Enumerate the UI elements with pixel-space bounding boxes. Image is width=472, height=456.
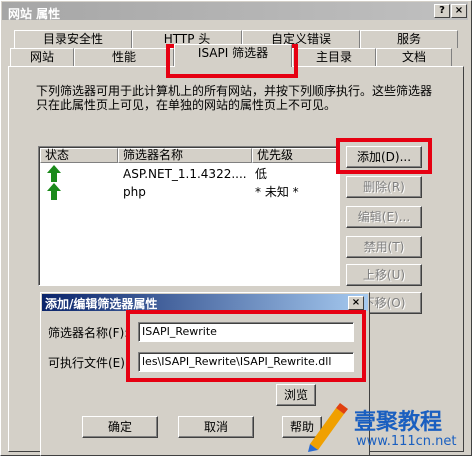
tab-documents[interactable]: 文档 (376, 48, 452, 66)
up-arrow-icon (47, 165, 61, 182)
move-up-button[interactable]: 上移(U) (346, 264, 422, 286)
cancel-button[interactable]: 取消 (178, 416, 254, 438)
watermark-url: www.111cn.net (356, 434, 457, 449)
remove-button[interactable]: 删除(R) (346, 176, 422, 198)
column-priority[interactable]: 优先级 (252, 148, 338, 163)
description-text: 下列筛选器可用于此计算机上的所有网站，并按下列顺序执行。这些筛选器只在此属性页上… (36, 84, 433, 112)
tab-performance[interactable]: 性能 (74, 48, 174, 66)
priority-cell: * 未知 * (255, 185, 299, 199)
dialog-close-button[interactable]: × (348, 296, 364, 310)
filter-name-cell: ASP.NET_1.1.4322.... (123, 167, 247, 181)
column-filter-name[interactable]: 筛选器名称 (118, 148, 252, 163)
priority-cell: 低 (255, 167, 268, 181)
filter-list[interactable]: 状态 筛选器名称 优先级 ASP.NET_1.1.4322.... 低 php … (38, 146, 340, 286)
executable-label: 可执行文件(E): (48, 356, 129, 370)
tab-home-directory[interactable]: 主目录 (292, 48, 376, 66)
column-status[interactable]: 状态 (40, 148, 118, 163)
close-button[interactable]: × (451, 4, 467, 18)
tab-directory-security[interactable]: 目录安全性 (14, 30, 132, 48)
watermark: 壹聚教程 www.111cn.net (300, 398, 470, 454)
table-row[interactable]: php * 未知 * (39, 183, 339, 201)
title-bar: 网站 属性 (2, 2, 468, 21)
tab-service[interactable]: 服务 (360, 30, 458, 48)
up-arrow-icon (47, 183, 61, 200)
table-row[interactable]: ASP.NET_1.1.4322.... 低 (39, 165, 339, 183)
filter-name-cell: php (123, 185, 146, 199)
highlight-add-button (336, 138, 432, 174)
help-button[interactable]: ? (434, 4, 450, 18)
highlight-dialog-fields (126, 310, 366, 382)
watermark-brand: 壹聚教程 (354, 410, 443, 435)
disable-button[interactable]: 禁用(T) (346, 236, 422, 258)
window-title: 网站 属性 (8, 7, 61, 21)
edit-button[interactable]: 编辑(E)... (346, 206, 422, 228)
dialog-title-bar: 添加/编辑筛选器属性 (42, 294, 368, 311)
tab-website[interactable]: 网站 (10, 48, 74, 66)
ok-button[interactable]: 确定 (82, 416, 158, 438)
filter-name-label: 筛选器名称(F): (48, 326, 129, 340)
tab-isapi-filters[interactable]: ISAPI 筛选器 (174, 44, 292, 67)
pen-logo-icon (308, 403, 348, 452)
